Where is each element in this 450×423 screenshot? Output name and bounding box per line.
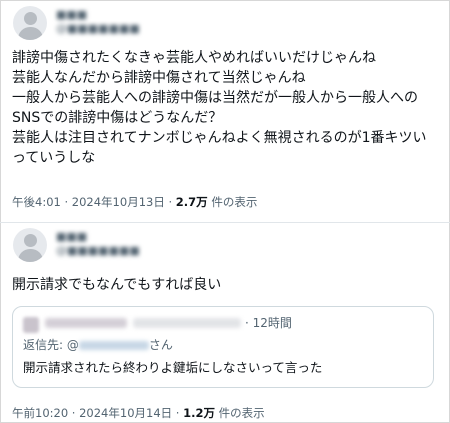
quoted-display-name: [45, 318, 127, 328]
quoted-avatar: [23, 317, 39, 333]
post-meta: 午後4:01 · 2024年10月13日 · 2.7万 件の表示: [12, 194, 257, 210]
quoted-handle: [133, 318, 241, 328]
avatar[interactable]: [13, 228, 47, 262]
user-handle[interactable]: @■■■■■■■: [56, 244, 140, 257]
avatar-head: [24, 234, 37, 247]
reply-to-prefix: 返信先: @: [23, 338, 79, 352]
avatar-head: [24, 12, 37, 25]
post-timestamp[interactable]: 午前10:20 · 2024年10月14日 ·: [12, 406, 183, 420]
post-1[interactable]: ■■■ @■■■■■■■ 誹謗中傷されたくなきゃ芸能人やめればいいだけじゃんね …: [0, 0, 450, 222]
view-label: 件の表示: [214, 406, 265, 420]
view-count: 1.2万: [183, 406, 215, 420]
avatar[interactable]: [13, 6, 47, 40]
avatar-body: [18, 249, 43, 262]
view-count: 2.7万: [175, 195, 208, 209]
user-handle[interactable]: @■■■■■■■: [56, 22, 140, 35]
post-meta: 午前10:20 · 2024年10月14日 · 1.2万 件の表示: [12, 405, 265, 421]
quoted-time: · 12時間: [245, 316, 292, 330]
display-name[interactable]: ■■■: [56, 230, 87, 243]
reply-to-line: 返信先: @ さん: [23, 336, 173, 353]
view-label: 件の表示: [207, 195, 258, 209]
reply-to-suffix: さん: [148, 338, 173, 352]
post-timestamp[interactable]: 午後4:01 · 2024年10月13日 ·: [12, 195, 176, 209]
post-text: 誹謗中傷されたくなきゃ芸能人やめればいいだけじゃんね 芸能人なんだから誹謗中傷さ…: [12, 50, 427, 166]
quoted-text: 開示請求されたら終わりよ鍵垢にしなさいって言った: [23, 360, 323, 375]
post-text: 開示請求でもなんでもすれば良い: [12, 277, 222, 293]
reply-to-handle[interactable]: [78, 341, 149, 350]
quoted-post[interactable]: · 12時間 返信先: @ さん 開示請求されたら終わりよ鍵垢にしなさいって言った: [12, 306, 434, 388]
avatar-body: [18, 27, 43, 40]
display-name[interactable]: ■■■: [56, 8, 87, 21]
